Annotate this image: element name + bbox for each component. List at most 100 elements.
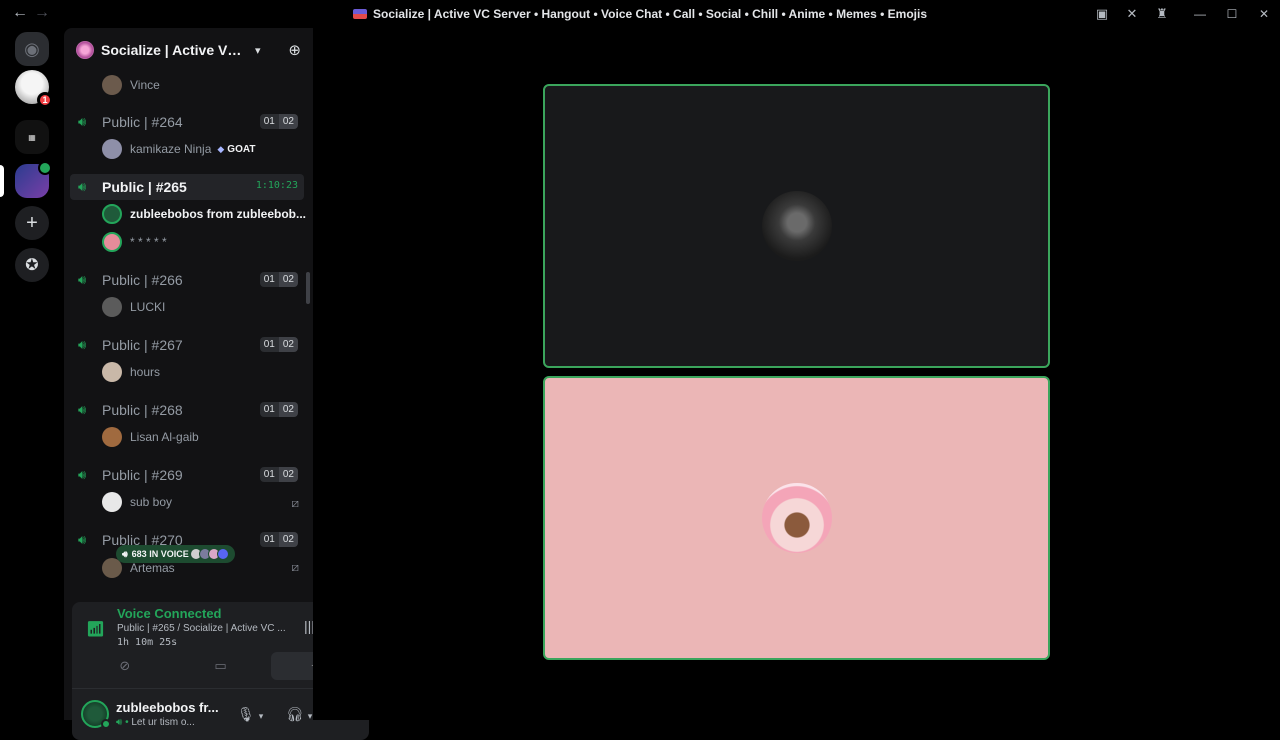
- avatar: [102, 139, 122, 159]
- participant-avatar: [761, 191, 832, 261]
- screen-share-button[interactable]: ▭: [176, 652, 266, 680]
- avatar: [102, 362, 122, 382]
- window-title-wrap: Socialize | Active VC Server • Hangout •…: [0, 0, 1280, 28]
- voice-channel-269[interactable]: 🔊︎ Public | #269 01 02: [70, 462, 304, 488]
- list-item[interactable]: kamikaze Ninja ◆ GOAT: [102, 137, 255, 161]
- headphones-icon[interactable]: 🎧︎ ▾: [286, 706, 312, 723]
- channel-name: Public | #264: [102, 114, 183, 130]
- invite-people-icon[interactable]: ⊕: [288, 41, 301, 59]
- channel-list[interactable]: Vince 🔊︎ Public | #264 01 02 kamikaze Nin…: [64, 72, 313, 602]
- user-limit: 01 02: [259, 402, 298, 417]
- list-item[interactable]: sub boy: [102, 490, 297, 514]
- castle-icon[interactable]: ♜: [1154, 6, 1170, 22]
- limit-max: 02: [278, 272, 298, 287]
- channel-name: Public | #267: [102, 337, 183, 353]
- limit-max: 02: [278, 532, 298, 547]
- home-discord-icon[interactable]: ◉: [15, 32, 49, 66]
- channel-sidebar: Socialize | Active VC S... ▾ ⊕ Vince 🔊︎ …: [64, 28, 369, 740]
- list-item[interactable]: * * * * *: [102, 230, 167, 254]
- notification-badge: 1: [37, 92, 53, 108]
- user-limit: 01 02: [259, 114, 298, 129]
- speaker-icon: 🔊︎: [78, 272, 87, 287]
- limit-current: 01: [259, 402, 279, 417]
- user-status-text: Let ur tism o...: [131, 717, 195, 728]
- list-item[interactable]: Lisan Al-gaib: [102, 425, 199, 449]
- speaker-icon: 🔊︎: [78, 179, 87, 194]
- participant-tile-2[interactable]: [543, 376, 1050, 660]
- limit-current: 01: [259, 337, 279, 352]
- limit-max: 02: [278, 114, 298, 129]
- avatar: [102, 75, 122, 95]
- server-icon-1[interactable]: ▦: [15, 120, 49, 154]
- speaker-icon: 🔊︎: [78, 467, 87, 482]
- close-icon[interactable]: ✕: [1248, 0, 1280, 28]
- limit-current: 01: [259, 467, 279, 482]
- participant-avatar: [761, 483, 832, 553]
- avatar: [102, 204, 122, 224]
- avatar: [102, 297, 122, 317]
- user-limit: 01 02: [259, 337, 298, 352]
- participant-tile-1[interactable]: [543, 84, 1050, 368]
- user-limit: 01 02: [259, 532, 298, 547]
- inbox-icon[interactable]: ▣: [1094, 6, 1110, 22]
- camera-off-button[interactable]: ⊘: [80, 652, 170, 680]
- channel-name: Public | #269: [102, 467, 183, 483]
- speaker-icon: 🔊︎: [78, 532, 87, 547]
- dm-avatar[interactable]: 1: [15, 70, 53, 108]
- channel-name: Public | #266: [102, 272, 183, 288]
- deafened-icon: ⧄: [291, 496, 299, 510]
- guild-name: Socialize | Active VC S...: [101, 42, 251, 58]
- list-item[interactable]: Vince: [102, 73, 160, 97]
- limit-current: 01: [259, 272, 279, 287]
- tools-icon[interactable]: ✕: [1124, 6, 1140, 22]
- maximize-icon[interactable]: ☐: [1216, 0, 1248, 28]
- server-rail: ◉ 1 ▦ + ✪: [0, 28, 64, 720]
- deafened-icon: ⧄: [291, 560, 299, 574]
- member-name: Artemas: [130, 561, 175, 575]
- guild-tag: ◆ GOAT: [217, 144, 255, 155]
- speaker-icon: 🔊︎: [122, 548, 128, 559]
- chevron-down-icon: ▾: [255, 44, 261, 57]
- member-name: * * * * *: [130, 235, 167, 249]
- limit-current: 01: [259, 114, 279, 129]
- add-server-icon[interactable]: +: [15, 206, 49, 240]
- channel-name: Public | #268: [102, 402, 183, 418]
- status-emoji-icon: 🔊︎ •: [116, 717, 129, 728]
- scrollbar[interactable]: [306, 272, 310, 304]
- voice-connected-label[interactable]: Voice Connected: [117, 606, 222, 621]
- avatar: [102, 492, 122, 512]
- user-custom-status: 🔊︎ • Let ur tism o...: [116, 717, 221, 728]
- channel-name: Public | #265: [102, 179, 187, 195]
- window-controls: — ☐ ✕: [1184, 0, 1280, 28]
- user-limit: 01 02: [259, 467, 298, 482]
- speaker-icon: 🔊︎: [78, 114, 87, 129]
- discover-icon[interactable]: ✪: [15, 248, 49, 282]
- server-icon-socialize[interactable]: [15, 161, 52, 198]
- voice-elapsed: 1h 10m 25s: [117, 637, 178, 648]
- online-status-dot: [101, 719, 111, 729]
- in-voice-chip[interactable]: 🔊︎ 683 IN VOICE: [116, 545, 235, 563]
- chip-avatars: [189, 548, 229, 560]
- voice-channel-265[interactable]: 🔊︎ Public | #265 1:10:23: [70, 174, 304, 200]
- tag-label: GOAT: [227, 143, 256, 155]
- member-name: Vince: [130, 78, 160, 92]
- speaker-icon: 🔊︎: [78, 402, 87, 417]
- voice-channel-264[interactable]: 🔊︎ Public | #264 01 02: [70, 109, 304, 135]
- microphone-icon[interactable]: 🎙︎ ▾: [237, 706, 263, 723]
- forward-arrow-icon[interactable]: →: [34, 4, 50, 22]
- window-title: Socialize | Active VC Server • Hangout •…: [372, 7, 927, 21]
- voice-channel-path[interactable]: Public | #265 / Socialize | Active VC ..…: [117, 623, 292, 634]
- voice-channel-268[interactable]: 🔊︎ Public | #268 01 02: [70, 397, 304, 423]
- back-arrow-icon[interactable]: ←: [12, 4, 28, 22]
- voice-channel-267[interactable]: 🔊︎ Public | #267 01 02: [70, 332, 304, 358]
- avatar: [102, 232, 122, 252]
- gem-icon: ◆: [217, 143, 225, 154]
- member-name: zubleebobos from zubleebob...: [130, 207, 307, 221]
- list-item[interactable]: hours: [102, 360, 160, 384]
- minimize-icon[interactable]: —: [1184, 0, 1216, 28]
- voice-channel-266[interactable]: 🔊︎ Public | #266 01 02: [70, 267, 304, 293]
- list-item[interactable]: zubleebobos from zubleebob...: [102, 202, 306, 226]
- user-name[interactable]: zubleebobos fr...: [116, 700, 221, 715]
- list-item[interactable]: LUCKI: [102, 295, 165, 319]
- guild-header[interactable]: Socialize | Active VC S... ▾: [64, 28, 313, 72]
